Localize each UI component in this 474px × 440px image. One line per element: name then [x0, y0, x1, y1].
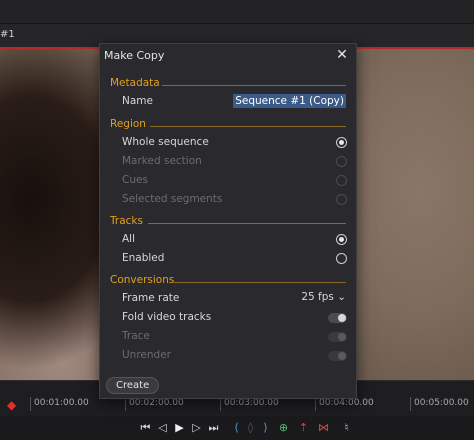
- ruler-tick: [410, 397, 411, 411]
- make-copy-dialog: Make Copy ✕ Metadata Name Sequence #1 (C…: [99, 43, 357, 399]
- name-input[interactable]: Sequence #1 (Copy): [233, 94, 346, 108]
- create-button[interactable]: Create: [106, 377, 160, 394]
- trace-toggle[interactable]: [328, 332, 347, 342]
- transport-bar: ⏮ ◁ ▶ ▷ ⏭ ⟨ ◊ ⟩ ⊕ ⇡ ⋈ ♮: [0, 416, 474, 440]
- ruler-tick-label: 00:01:00.00: [34, 398, 89, 408]
- region-cues-radio[interactable]: [336, 175, 347, 186]
- region-whole-sequence-radio[interactable]: [336, 137, 347, 148]
- sequence-tab-label[interactable]: #1: [0, 29, 15, 40]
- chevron-down-icon: ⌄: [337, 291, 346, 303]
- frame-rate-dropdown[interactable]: 25 fps ⌄: [301, 291, 346, 303]
- step-forward-icon[interactable]: ▷: [189, 420, 204, 436]
- ruler-tick-label: 00:03:00.00: [224, 398, 279, 408]
- play-icon[interactable]: ▶: [172, 420, 187, 436]
- tracks-all-radio[interactable]: [336, 234, 347, 245]
- playhead-marker-icon[interactable]: ◆: [7, 399, 16, 411]
- ruler-tick-label: 00:02:00.00: [129, 398, 184, 408]
- dialog-header: Make Copy ✕: [100, 44, 356, 68]
- section-title-conversions: Conversions: [110, 274, 175, 286]
- unrender-label: Unrender: [122, 349, 171, 361]
- region-option-label: Cues: [122, 174, 148, 186]
- fold-video-tracks-toggle[interactable]: [328, 313, 347, 323]
- fold-video-tracks-label: Fold video tracks: [122, 311, 212, 323]
- section-title-tracks: Tracks: [110, 215, 143, 227]
- region-option-label: Selected segments: [122, 193, 223, 205]
- section-title-metadata: Metadata: [110, 77, 160, 89]
- ruler-tick: [30, 397, 31, 411]
- close-icon[interactable]: ✕: [334, 47, 350, 63]
- go-to-end-icon[interactable]: ⏭: [206, 420, 221, 436]
- section-divider: [148, 223, 346, 224]
- lift-icon[interactable]: ⇡: [296, 420, 311, 436]
- tracks-option-label: All: [122, 233, 136, 245]
- mark-clear-icon[interactable]: ◊: [243, 420, 258, 436]
- mark-out-icon[interactable]: ⟩: [258, 420, 273, 436]
- name-label: Name: [122, 95, 153, 107]
- section-divider: [174, 282, 346, 283]
- section-divider: [162, 85, 346, 86]
- app-top-strip: [0, 0, 474, 24]
- ruler-tick: [125, 397, 126, 411]
- ruler-tick-label: 00:04:00.00: [319, 398, 374, 408]
- trace-label: Trace: [122, 330, 150, 342]
- region-marked-section-radio[interactable]: [336, 156, 347, 167]
- unrender-toggle[interactable]: [328, 351, 347, 361]
- voice-over-icon[interactable]: ♮: [339, 420, 354, 436]
- mark-in-icon[interactable]: ⟨: [229, 420, 244, 436]
- frame-rate-label: Frame rate: [122, 292, 180, 304]
- dialog-title: Make Copy: [104, 49, 165, 62]
- region-option-label: Whole sequence: [122, 136, 209, 148]
- tracks-enabled-radio[interactable]: [336, 253, 347, 264]
- go-to-start-icon[interactable]: ⏮: [138, 420, 153, 436]
- section-title-region: Region: [110, 118, 146, 130]
- extract-icon[interactable]: ⋈: [316, 420, 331, 436]
- ruler-tick: [220, 397, 221, 411]
- ruler-tick: [315, 397, 316, 411]
- add-cue-icon[interactable]: ⊕: [276, 420, 291, 436]
- frame-rate-value: 25 fps: [301, 291, 334, 303]
- tracks-option-label: Enabled: [122, 252, 165, 264]
- section-divider: [150, 126, 346, 127]
- region-selected-segments-radio[interactable]: [336, 194, 347, 205]
- step-back-icon[interactable]: ◁: [155, 420, 170, 436]
- ruler-tick-label: 00:05:00.00: [414, 398, 469, 408]
- region-option-label: Marked section: [122, 155, 202, 167]
